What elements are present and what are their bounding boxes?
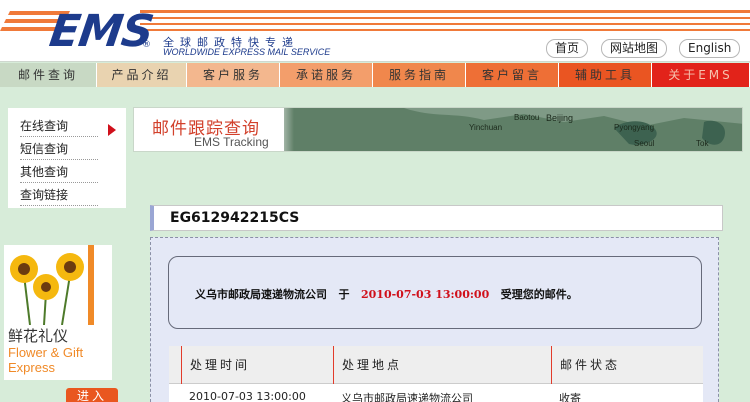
tracking-table: 处理时间 处理地点 邮件状态 2010-07-03 13:00:00 义乌市邮政…	[169, 346, 703, 402]
ems-logo[interactable]: EMS	[46, 6, 156, 57]
sidebar-item-query-links[interactable]: 查询链接	[20, 184, 98, 206]
notice-connector: 于	[338, 288, 350, 301]
tracking-number-bar: EG612942215CS	[150, 205, 723, 231]
english-button[interactable]: English	[679, 39, 741, 58]
nav-item-guide[interactable]: 服务指南	[373, 63, 466, 87]
tracking-banner: Baotou Beijing Pyongyang Yinchuan Seoul …	[133, 107, 743, 152]
notice-suffix: 受理您的邮件。	[500, 288, 578, 301]
tracking-number: EG612942215CS	[170, 210, 300, 226]
flower-title-cn: 鲜花礼仪	[8, 327, 69, 345]
cell-location: 义乌市邮政局速递物流公司	[341, 392, 473, 402]
map-label-seoul: Seoul	[634, 139, 655, 148]
enter-button[interactable]: 进入	[66, 388, 118, 402]
nav-item-about-ems[interactable]: 关于EMS	[652, 63, 750, 87]
sidebar-item-other-query[interactable]: 其他查询	[20, 161, 98, 183]
sitemap-button[interactable]: 网站地图	[601, 39, 668, 58]
nav-item-mail-query[interactable]: 邮件查询	[0, 63, 97, 87]
notice-office: 义乌市邮政局速递物流公司	[195, 288, 327, 301]
nav-item-customer-service[interactable]: 客户服务	[187, 63, 280, 87]
notice-text: 义乌市邮政局速递物流公司 于 2010-07-03 13:00:00 受理您的邮…	[195, 286, 578, 302]
nav-item-commitment[interactable]: 承诺服务	[280, 63, 373, 87]
sidebar-item-online-query[interactable]: 在线查询	[20, 115, 98, 137]
map-label-beijing: Beijing	[546, 113, 573, 123]
cell-status: 收寄	[559, 392, 581, 402]
flower-gift-promo[interactable]: 鲜花礼仪 Flower & Gift Express	[4, 245, 112, 380]
nav-item-feedback[interactable]: 客户留言	[466, 63, 559, 87]
sunflower-image	[10, 245, 94, 326]
column-header-time: 处理时间	[181, 346, 333, 384]
notice-datetime: 2010-07-03 13:00:00	[361, 288, 490, 301]
map-label-pyongyang: Pyongyang	[614, 123, 654, 132]
flower-title-en-2: Express	[8, 360, 55, 375]
main-nav: 邮件查询 产品介绍 客户服务 承诺服务 服务指南 客户留言 辅助工具 关于EMS	[0, 63, 750, 87]
active-arrow-icon	[108, 124, 116, 136]
acceptance-notice: 义乌市邮政局速递物流公司 于 2010-07-03 13:00:00 受理您的邮…	[168, 256, 702, 329]
registered-mark: ®	[142, 40, 151, 50]
tracking-result-panel: 义乌市邮政局速递物流公司 于 2010-07-03 13:00:00 受理您的邮…	[150, 237, 719, 402]
flower-title-en-1: Flower & Gift	[8, 345, 84, 360]
tagline-en: WORLDWIDE EXPRESS MAIL SERVICE	[163, 47, 331, 57]
nav-item-products[interactable]: 产品介绍	[97, 63, 187, 87]
asia-map-graphic: Baotou Beijing Pyongyang Yinchuan Seoul …	[284, 108, 742, 151]
cell-time: 2010-07-03 13:00:00	[189, 390, 306, 402]
map-label-yinchuan: Yinchuan	[469, 123, 502, 132]
column-header-location: 处理地点	[333, 346, 551, 384]
column-header-status: 邮件状态	[551, 346, 703, 384]
home-button[interactable]: 首页	[546, 39, 589, 58]
sidebar-menu: 在线查询 短信查询 其他查询 查询链接	[8, 108, 126, 208]
map-label-tok: Tok	[696, 139, 709, 148]
site-header: EMS ® 全球邮政特快专递 WORLDWIDE EXPRESS MAIL SE…	[0, 0, 750, 62]
nav-item-tools[interactable]: 辅助工具	[559, 63, 652, 87]
sidebar-item-sms-query[interactable]: 短信查询	[20, 138, 98, 160]
map-label-baotou: Baotou	[514, 113, 539, 122]
page-subtitle: EMS Tracking	[194, 135, 269, 149]
table-header: 处理时间 处理地点 邮件状态	[169, 346, 703, 384]
